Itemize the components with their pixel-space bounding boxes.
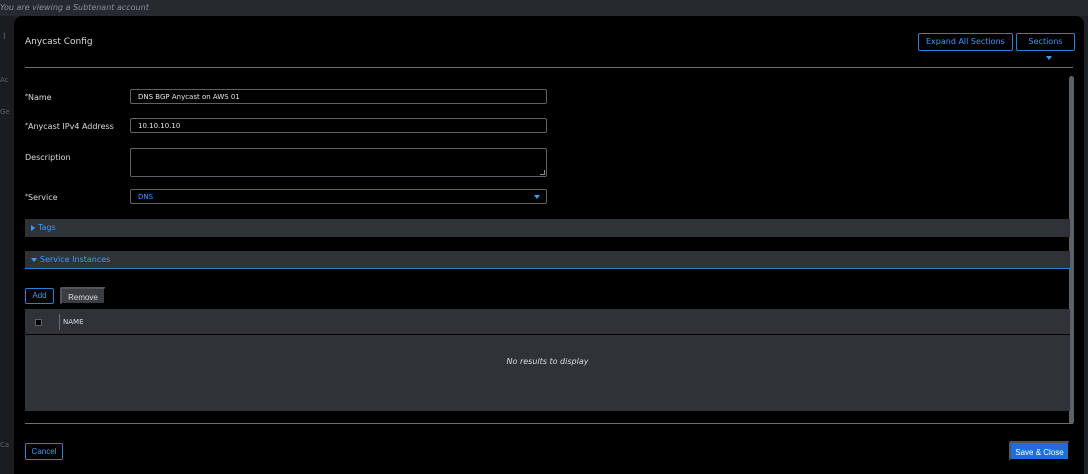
column-header-name[interactable]: NAME <box>63 318 84 326</box>
resize-grip-icon[interactable] <box>540 170 545 175</box>
anycast-ipv4-label: *Anycast IPv4 Address <box>25 122 114 131</box>
remove-instance-button[interactable]: Remove <box>60 287 106 305</box>
sections-dropdown-button[interactable]: Sections <box>1016 33 1075 60</box>
background-sidebar-glyph: Ge <box>0 108 10 116</box>
subtenant-banner: You are viewing a Subtenant account <box>0 0 1088 16</box>
background-sidebar-glyph: Ca <box>0 441 10 449</box>
caret-right-icon <box>31 224 35 231</box>
background-sidebar: I Ac Ge Ca <box>0 16 14 474</box>
chevron-down-icon <box>1045 55 1052 60</box>
anycast-ipv4-label-text: Anycast IPv4 Address <box>28 122 114 131</box>
service-label-text: Service <box>28 193 58 202</box>
chevron-down-icon <box>534 195 540 199</box>
service-select-value: DNS <box>138 193 154 201</box>
name-input[interactable]: DNS BGP Anycast on AWS 01 <box>130 89 547 104</box>
sections-label: Sections <box>1028 37 1063 46</box>
column-divider <box>59 314 60 330</box>
background-sidebar-glyph: I <box>3 32 6 42</box>
service-label: *Service <box>25 193 58 202</box>
modal-title: Anycast Config <box>25 37 93 47</box>
description-textarea[interactable] <box>130 148 547 177</box>
footer-divider <box>25 423 1073 424</box>
cancel-button[interactable]: Cancel <box>25 443 63 460</box>
grid-header: NAME <box>25 309 1070 335</box>
select-all-checkbox[interactable] <box>35 319 42 326</box>
background-sidebar-glyph: Ac <box>0 76 9 84</box>
name-label-text: Name <box>28 93 52 102</box>
tags-section-label: Tags <box>38 223 56 232</box>
tags-section-header[interactable]: Tags <box>25 219 1070 237</box>
description-label: Description <box>25 153 71 162</box>
service-instances-section-label: Service Instances <box>40 255 111 264</box>
service-instances-grid: NAME No results to display <box>25 309 1070 411</box>
service-select[interactable]: DNS <box>130 189 547 204</box>
anycast-config-modal: Anycast Config Expand All Sections Secti… <box>14 16 1084 474</box>
service-instances-section-header[interactable]: Service Instances <box>25 251 1070 269</box>
save-close-button[interactable]: Save & Close <box>1009 441 1070 461</box>
name-label: *Name <box>25 93 52 102</box>
caret-down-icon <box>31 257 37 262</box>
empty-state-message: No results to display <box>506 357 589 366</box>
header-divider <box>25 67 1073 68</box>
expand-all-sections-button[interactable]: Expand All Sections <box>918 33 1013 51</box>
add-instance-button[interactable]: Add <box>25 288 54 304</box>
anycast-ipv4-input[interactable]: 10.10.10.10 <box>130 118 547 133</box>
